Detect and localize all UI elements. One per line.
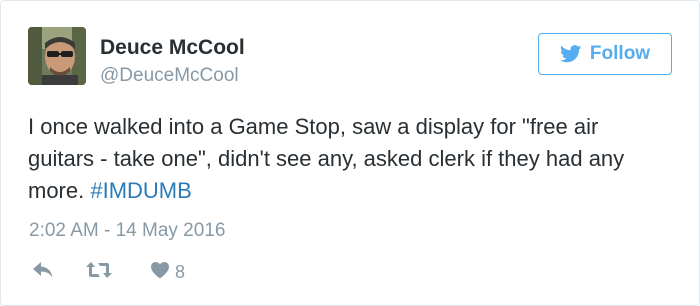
tweet-text: I once walked into a Game Stop, saw a di… <box>28 111 668 207</box>
retweet-icon <box>85 261 113 284</box>
tweet-timestamp[interactable]: 2:02 AM - 14 May 2016 <box>29 220 225 242</box>
follow-button-label: Follow <box>589 43 651 64</box>
screen-name[interactable]: @DeuceMcCool <box>100 65 239 87</box>
twitter-bird-icon <box>559 45 582 63</box>
retweet-button[interactable] <box>85 259 113 285</box>
hashtag-link[interactable]: #IMDUMB <box>90 178 191 203</box>
reply-button[interactable] <box>32 259 54 285</box>
reply-arrow-icon <box>32 261 54 284</box>
display-name[interactable]: Deuce McCool <box>100 36 245 60</box>
avatar-photo <box>28 27 86 85</box>
embedded-tweet-card: Deuce McCool @DeuceMcCool Follow I once … <box>0 0 700 306</box>
heart-icon <box>150 261 170 284</box>
avatar[interactable] <box>28 27 86 85</box>
like-count: 8 <box>175 262 186 282</box>
like-button[interactable]: 8 <box>150 259 185 285</box>
follow-button[interactable]: Follow <box>538 33 672 75</box>
